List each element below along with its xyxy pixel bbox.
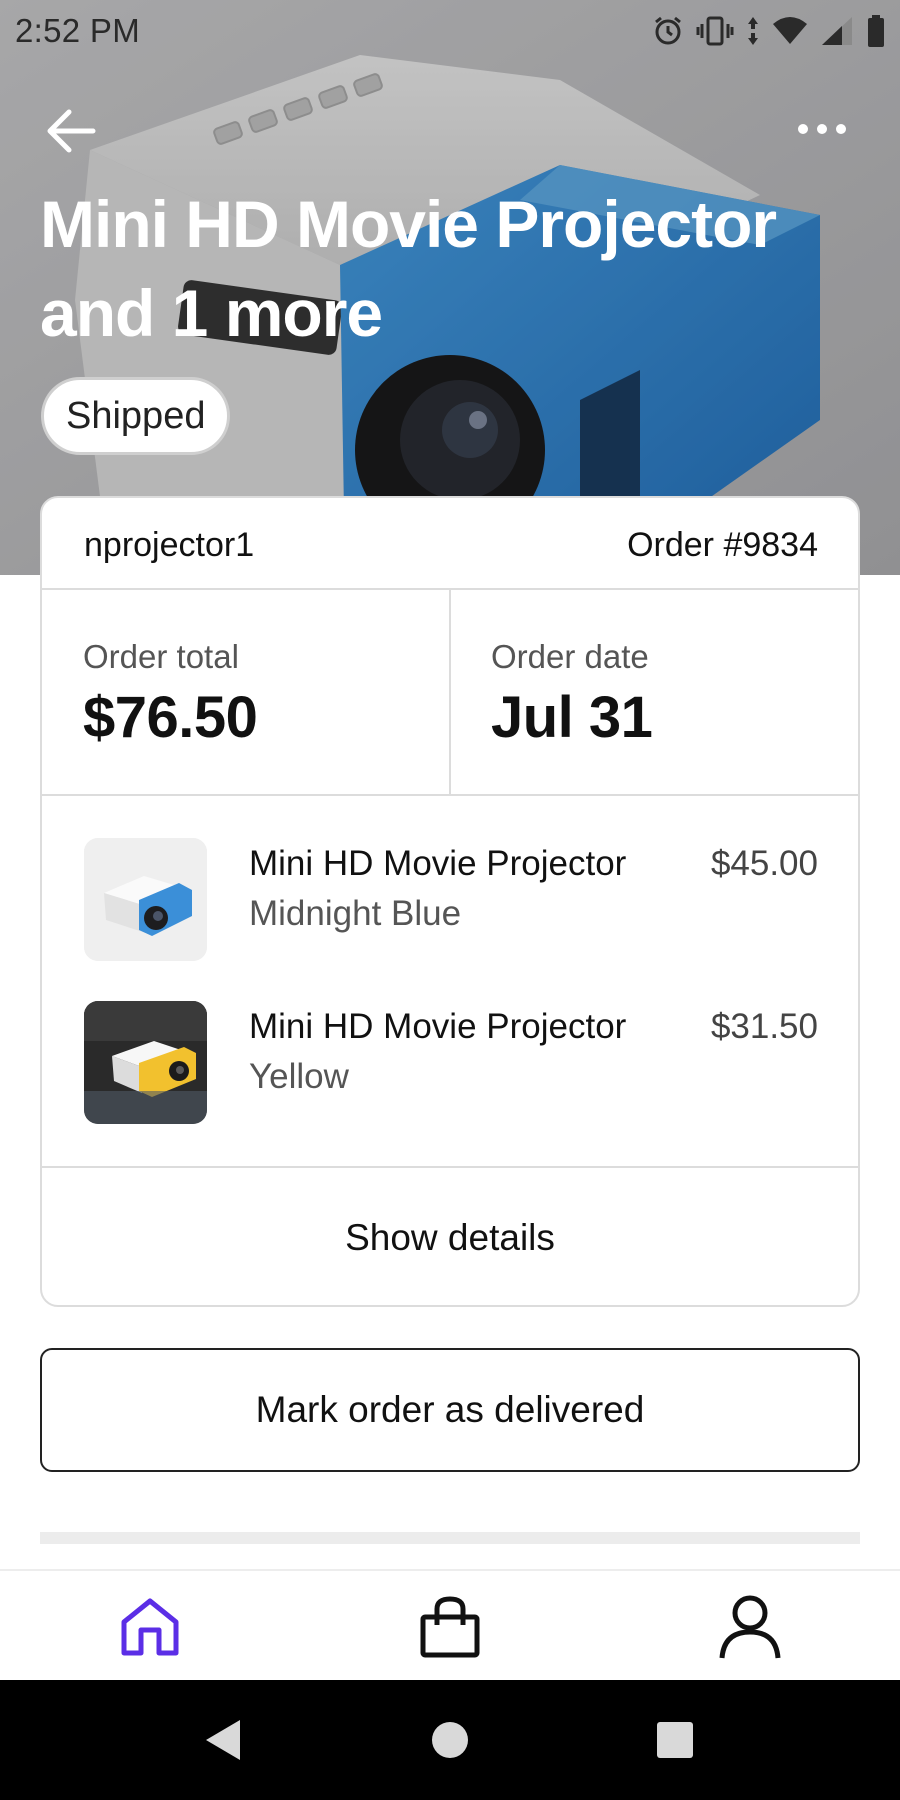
- page-title: Mini HD Movie Projector and 1 more: [40, 187, 777, 350]
- item-thumbnail: [84, 1001, 207, 1124]
- signal-icon: [820, 15, 854, 47]
- list-item[interactable]: Mini HD Movie Projector Midnight Blue $4…: [42, 838, 858, 968]
- order-total-value: $76.50: [83, 685, 258, 750]
- vibrate-icon: [696, 15, 734, 47]
- nav-item-home[interactable]: [105, 1591, 195, 1663]
- bottom-nav: [0, 1569, 900, 1680]
- order-number: Order #9834: [627, 526, 818, 564]
- more-horizontal-icon: [798, 124, 846, 134]
- item-title: Mini HD Movie Projector: [249, 844, 627, 883]
- mark-delivered-button[interactable]: Mark order as delivered: [40, 1348, 860, 1472]
- wifi-icon: [772, 16, 808, 46]
- item-price: $45.00: [710, 844, 818, 883]
- seller-name[interactable]: nprojector1: [84, 526, 254, 565]
- shopping-bag-icon: [420, 1596, 480, 1658]
- order-card: nprojector1 Order #9834 Order total $76.…: [40, 496, 860, 1307]
- divider: [40, 1532, 860, 1544]
- order-total-label: Order total: [83, 638, 239, 675]
- order-date-cell: Order date Jul 31: [451, 590, 858, 796]
- system-home-button[interactable]: [420, 1714, 480, 1766]
- status-badge: Shipped: [41, 377, 231, 455]
- item-variant: Yellow: [249, 1057, 349, 1096]
- order-summary: Order total $76.50 Order date Jul 31: [42, 590, 858, 796]
- item-variant: Midnight Blue: [249, 894, 462, 933]
- system-home-icon: [432, 1722, 468, 1758]
- status-bar: 2:52 PM: [0, 0, 900, 62]
- alarm-icon: [652, 15, 684, 47]
- system-back-button[interactable]: [192, 1714, 252, 1766]
- system-recents-button[interactable]: [645, 1714, 705, 1766]
- order-date-value: Jul 31: [491, 685, 653, 750]
- list-item[interactable]: Mini HD Movie Projector Yellow $31.50: [42, 1001, 858, 1131]
- arrow-left-icon: [47, 109, 96, 153]
- person-icon: [719, 1595, 781, 1659]
- data-arrows-icon: [746, 15, 760, 47]
- status-icons: [652, 12, 886, 50]
- nav-item-profile[interactable]: [705, 1591, 795, 1663]
- battery-icon: [866, 14, 886, 48]
- nav-item-bag[interactable]: [405, 1591, 495, 1663]
- order-date-label: Order date: [491, 638, 649, 675]
- more-options-button[interactable]: [792, 104, 852, 154]
- item-price: $31.50: [710, 1007, 818, 1046]
- system-recents-icon: [657, 1722, 693, 1758]
- order-items-list: Mini HD Movie Projector Midnight Blue $4…: [42, 796, 858, 1168]
- show-details-button[interactable]: Show details: [42, 1168, 858, 1305]
- status-time: 2:52 PM: [15, 12, 140, 49]
- back-button[interactable]: [36, 96, 106, 166]
- system-navigation-bar: [0, 1680, 900, 1800]
- order-card-header: nprojector1 Order #9834: [42, 498, 858, 590]
- item-title: Mini HD Movie Projector: [249, 1007, 627, 1046]
- system-back-icon: [206, 1720, 240, 1760]
- order-total-cell: Order total $76.50: [42, 590, 451, 796]
- home-icon: [121, 1598, 179, 1656]
- item-thumbnail: [84, 838, 207, 961]
